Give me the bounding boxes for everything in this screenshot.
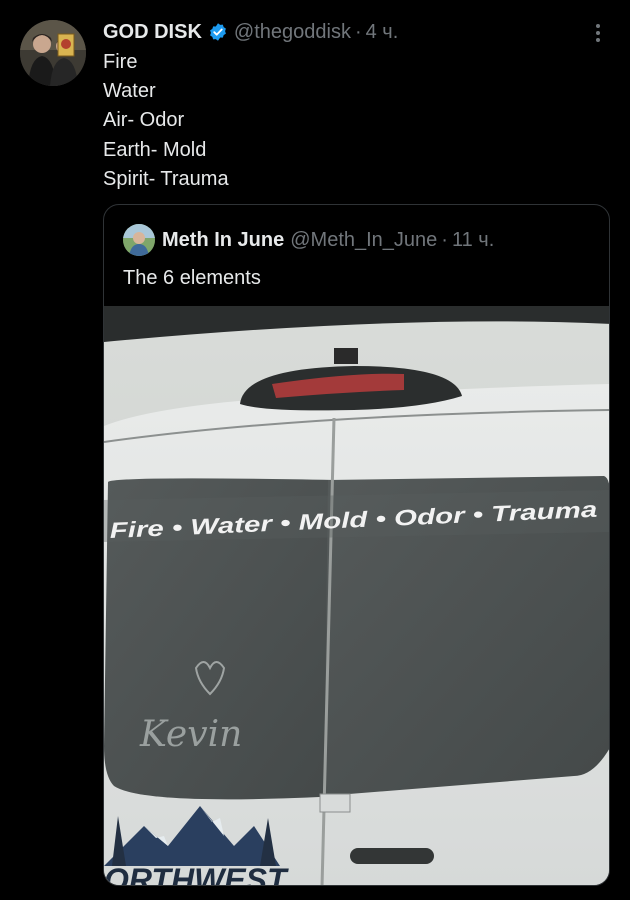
quoted-author-name[interactable]: Meth In June <box>162 229 284 252</box>
window-handwriting: Kevin <box>139 714 242 755</box>
quoted-author-avatar[interactable] <box>123 224 155 256</box>
quoted-author-handle[interactable]: @Meth_In_June <box>290 229 437 252</box>
tweet-text: Fire Water Air- Odor Earth- Mold Spirit-… <box>103 48 229 194</box>
separator-dot: · <box>441 228 448 251</box>
separator-dot: · <box>354 21 362 43</box>
tweet[interactable]: GOD DISK @thegoddisk · 4 ч. Fire Water A… <box>0 0 630 900</box>
author-handle[interactable]: @thegoddisk <box>234 19 351 45</box>
quoted-photo[interactable]: Fire • Water • Mold • Odor • Trauma Kevi… <box>104 306 609 886</box>
quoted-timestamp[interactable]: 11 ч. <box>452 229 494 252</box>
author-name[interactable]: GOD DISK <box>103 19 202 45</box>
tweet-line: Air- Odor <box>103 109 185 132</box>
tweet-line: Fire <box>103 51 138 73</box>
quoted-header: Meth In June @Meth_In_June · 11 ч. <box>162 227 494 253</box>
tweet-line: Spirit- Trauma <box>103 167 229 190</box>
quoted-tweet[interactable]: Meth In June @Meth_In_June · 11 ч. The 6… <box>103 204 610 886</box>
tweet-line: Water <box>103 80 156 103</box>
quoted-text: The 6 elements <box>123 267 261 289</box>
tweet-line: Earth- Mold <box>103 138 207 161</box>
van-logo-text: ORTHWEST <box>104 862 289 886</box>
author-avatar[interactable] <box>20 20 86 86</box>
tweet-timestamp[interactable]: 4 ч. <box>366 19 399 45</box>
more-options-icon[interactable] <box>586 20 610 46</box>
verified-badge-icon <box>208 22 228 42</box>
tweet-header: GOD DISK @thegoddisk · 4 ч. <box>103 19 398 45</box>
